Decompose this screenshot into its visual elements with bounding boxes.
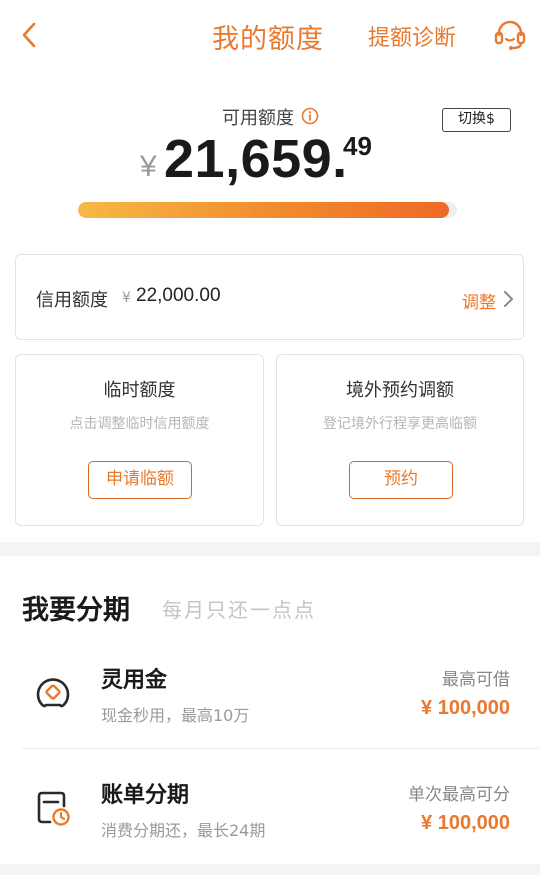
credit-line-card: 信用额度 ¥ 22,000.00 调整 bbox=[15, 254, 524, 340]
list-divider bbox=[22, 748, 540, 749]
section-divider bbox=[0, 542, 540, 556]
temporary-credit-title: 临时额度 bbox=[103, 380, 176, 401]
bill-installment-limit-label: 单次最高可分 bbox=[408, 785, 510, 805]
installment-section-subtitle: 每月只还一点点 bbox=[162, 598, 316, 622]
diagnose-button[interactable]: 提额诊断 bbox=[368, 20, 456, 52]
page-title: 我的额度 bbox=[212, 24, 324, 55]
available-amount-decimal: 49 bbox=[343, 131, 372, 161]
available-credit-label: 可用额度 bbox=[222, 108, 294, 129]
adjust-link[interactable]: 调整 bbox=[462, 288, 496, 313]
reserve-button[interactable]: 预约 bbox=[349, 461, 453, 499]
back-button[interactable] bbox=[14, 18, 48, 52]
overseas-adjustment-card: 境外预约调额 登记境外行程享更高临额 预约 bbox=[276, 354, 524, 526]
bill-installment-subtitle: 消费分期还，最长24期 bbox=[101, 821, 266, 840]
bill-installment-icon bbox=[34, 789, 72, 827]
apply-temporary-credit-button[interactable]: 申请临额 bbox=[88, 461, 192, 499]
credit-line-value: 22,000.00 bbox=[136, 285, 221, 306]
bottom-divider bbox=[0, 864, 540, 875]
credit-currency-symbol: ¥ bbox=[122, 290, 131, 306]
installment-section-title: 我要分期 bbox=[22, 595, 130, 626]
currency-switch-button[interactable]: 切换$ bbox=[442, 108, 511, 132]
chevron-right-icon[interactable] bbox=[502, 290, 514, 308]
customer-service-button[interactable] bbox=[492, 17, 528, 53]
headset-icon bbox=[494, 20, 526, 50]
bill-installment-title[interactable]: 账单分期 bbox=[101, 777, 189, 809]
credit-usage-bar-fill bbox=[78, 202, 450, 218]
credit-line-label: 信用额度 bbox=[36, 290, 108, 311]
cash-loan-title[interactable]: 灵用金 bbox=[101, 662, 167, 694]
cash-loan-limit-value: ¥ 100,000 bbox=[421, 697, 510, 719]
info-icon[interactable] bbox=[301, 107, 319, 125]
temporary-credit-card: 临时额度 点击调整临时信用额度 申请临额 bbox=[15, 354, 264, 526]
overseas-adjustment-subtitle: 登记境外行程享更高临额 bbox=[323, 416, 477, 432]
bill-installment-limit-value: ¥ 100,000 bbox=[421, 812, 510, 834]
currency-symbol: ¥ bbox=[140, 150, 157, 183]
cash-loan-limit-label: 最高可借 bbox=[442, 670, 510, 690]
chevron-left-icon bbox=[22, 22, 36, 48]
cash-loan-subtitle: 现金秒用，最高10万 bbox=[101, 706, 250, 725]
cash-loan-icon bbox=[34, 675, 72, 713]
overseas-adjustment-title: 境外预约调额 bbox=[346, 380, 454, 401]
available-amount-integer: 21,659. bbox=[164, 129, 348, 189]
temporary-credit-subtitle: 点击调整临时信用额度 bbox=[69, 416, 210, 432]
credit-usage-bar bbox=[78, 202, 457, 218]
